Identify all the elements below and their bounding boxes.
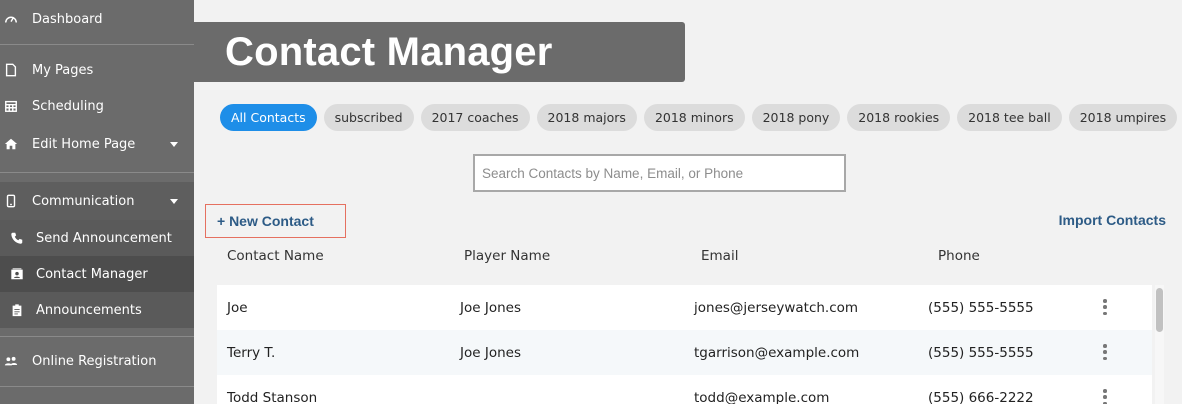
sidebar: Dashboard My Pages Scheduling Edit Home … (0, 0, 194, 404)
table-row[interactable]: Terry T. Joe Jones tgarrison@example.com… (217, 330, 1152, 375)
import-contacts-link[interactable]: Import Contacts (1059, 212, 1166, 228)
sidebar-item-contact-manager[interactable]: Contact Manager (0, 256, 194, 292)
column-header-player-name[interactable]: Player Name (464, 248, 550, 264)
contact-card-icon (10, 267, 24, 281)
row-menu-icon[interactable] (1102, 389, 1108, 404)
new-contact-button[interactable]: + New Contact (205, 204, 346, 238)
email-cell: jones@jerseywatch.com (694, 299, 859, 316)
sidebar-item-announcements[interactable]: Announcements (0, 292, 194, 328)
phone-icon (4, 194, 18, 208)
sidebar-divider (0, 172, 194, 173)
search-contacts-input[interactable] (473, 154, 846, 192)
sidebar-item-label: Dashboard (32, 11, 103, 27)
sidebar-item-my-pages[interactable]: My Pages (0, 57, 194, 83)
table-row[interactable]: Joe Joe Jones jones@jerseywatch.com (555… (217, 285, 1152, 330)
email-cell: tgarrison@example.com (694, 344, 860, 361)
people-icon (4, 354, 18, 368)
filter-chip-2018-rookies[interactable]: 2018 rookies (847, 104, 951, 131)
page-title-banner: Contact Manager (194, 22, 685, 82)
sidebar-item-label: Communication (32, 193, 135, 209)
filter-chip-2018-pony[interactable]: 2018 pony (751, 104, 841, 131)
sidebar-item-label: Send Announcement (36, 230, 172, 246)
filter-chip-2018-minors[interactable]: 2018 minors (643, 104, 745, 131)
sidebar-item-scheduling[interactable]: Scheduling (0, 93, 194, 119)
filter-chip-2018-tee-ball[interactable]: 2018 tee ball (957, 104, 1062, 131)
sidebar-item-label: Online Registration (32, 353, 157, 369)
column-header-email[interactable]: Email (701, 248, 738, 264)
sidebar-item-label: Edit Home Page (32, 136, 136, 152)
sidebar-item-label: Announcements (36, 302, 142, 318)
sidebar-item-label: Contact Manager (36, 266, 148, 282)
chevron-down-icon (170, 198, 178, 204)
speedometer-icon (4, 12, 18, 26)
email-cell: todd@example.com (694, 389, 830, 404)
sidebar-item-dashboard[interactable]: Dashboard (0, 6, 194, 32)
player-name-cell: Joe Jones (460, 344, 521, 361)
table-row[interactable]: Todd Stanson todd@example.com (555) 666-… (217, 375, 1152, 404)
sidebar-divider (0, 336, 194, 337)
filter-chip-2017-coaches[interactable]: 2017 coaches (420, 104, 530, 131)
row-menu-icon[interactable] (1102, 299, 1108, 315)
filter-chip-2018-majors[interactable]: 2018 majors (536, 104, 637, 131)
sidebar-item-online-registration[interactable]: Online Registration (0, 348, 194, 374)
filter-chip-2018-umpires[interactable]: 2018 umpires (1068, 104, 1178, 131)
chevron-down-icon (170, 141, 178, 147)
calendar-icon (4, 99, 18, 113)
page-title: Contact Manager (225, 29, 553, 74)
clipboard-icon (10, 303, 24, 317)
contacts-table: Joe Joe Jones jones@jerseywatch.com (555… (217, 285, 1152, 404)
row-menu-icon[interactable] (1102, 344, 1108, 360)
sidebar-item-label: My Pages (32, 62, 94, 78)
contact-group-filters: All Contacts subscribed 2017 coaches 201… (220, 104, 1182, 131)
filter-chip-all-contacts[interactable]: All Contacts (220, 104, 317, 131)
phone-cell: (555) 555-5555 (928, 299, 1034, 316)
sidebar-item-send-announcement[interactable]: Send Announcement (0, 220, 194, 256)
player-name-cell: Joe Jones (460, 299, 521, 316)
contact-name-cell: Terry T. (227, 344, 276, 361)
column-header-phone[interactable]: Phone (938, 248, 980, 264)
table-scrollbar-thumb[interactable] (1156, 288, 1163, 332)
column-header-contact-name[interactable]: Contact Name (227, 248, 324, 264)
phone-cell: (555) 555-5555 (928, 344, 1034, 361)
phone-call-icon (10, 231, 24, 245)
page-icon (4, 63, 18, 77)
contact-name-cell: Joe (227, 299, 248, 316)
sidebar-item-communication[interactable]: Communication (0, 182, 194, 220)
sidebar-divider (0, 44, 194, 45)
filter-chip-subscribed[interactable]: subscribed (323, 104, 414, 131)
sidebar-divider (0, 386, 194, 387)
sidebar-item-label: Scheduling (32, 98, 104, 114)
home-icon (4, 137, 18, 151)
phone-cell: (555) 666-2222 (928, 389, 1034, 404)
contact-name-cell: Todd Stanson (227, 389, 318, 404)
sidebar-item-edit-home-page[interactable]: Edit Home Page (0, 131, 194, 157)
